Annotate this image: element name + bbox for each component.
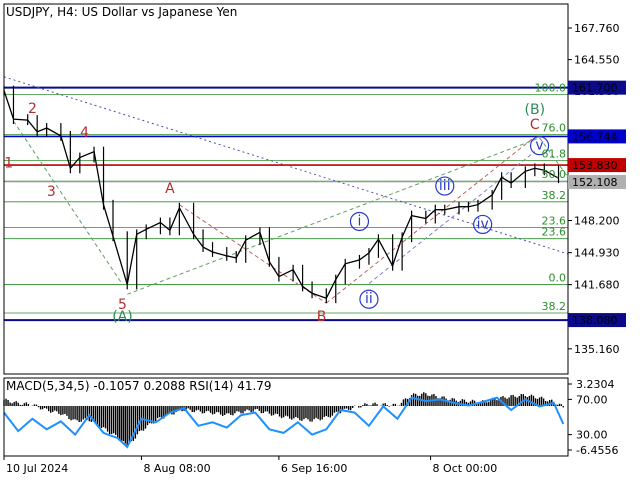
fib-label-2: 61.8 <box>542 147 567 160</box>
indicator-header: MACD(5,34,5) -0.1057 0.2088 RSI(14) 41.7… <box>6 379 272 393</box>
level-badge-text-1: 156.744 <box>572 130 618 143</box>
fib-label-7: 0.0 <box>549 271 567 284</box>
ind-tick-3: -6.4556 <box>576 444 618 457</box>
chart-title: USDJPY, H4: US Dollar vs Japanese Yen <box>6 5 237 19</box>
ind-tick-0: 3.2304 <box>576 378 615 391</box>
price-tick-0: 167.760 <box>574 22 620 35</box>
price-tick-1: 164.550 <box>574 54 620 67</box>
fib-label-6: 23.6 <box>542 226 567 239</box>
wave-label-13: iv <box>477 216 489 232</box>
fib-label-0: 100.0 <box>535 82 567 95</box>
wave-label-6: B <box>317 309 327 325</box>
level-badge-text-4: 138.080 <box>572 314 618 327</box>
fib-label-1: 76.0 <box>542 121 567 134</box>
ind-tick-1: 70.00 <box>576 393 608 406</box>
price-tick-4: 141.680 <box>574 279 620 292</box>
fib-label-4: 38.2 <box>542 189 567 202</box>
level-badge-text-3: 152.108 <box>572 176 618 189</box>
wave-label-9: (B) <box>525 102 546 118</box>
wave-label-0: 1 <box>4 155 13 171</box>
time-tick-2: 6 Sep 16:00 <box>281 462 347 475</box>
level-badge-text-2: 153.830 <box>572 159 618 172</box>
time-tick-3: 8 Oct 00:00 <box>433 462 498 475</box>
price-tick-2: 148.200 <box>574 214 620 227</box>
wave-label-12: iii <box>439 178 451 194</box>
price-tick-5: 135.160 <box>574 343 620 356</box>
wave-label-8: (A) <box>112 309 133 325</box>
wave-label-3: 4 <box>80 125 89 141</box>
time-tick-0: 10 Jul 2024 <box>6 462 68 475</box>
time-tick-1: 8 Aug 08:00 <box>143 462 210 475</box>
usdjpy-chart: 12345ABC(A)(B)iiiiiiivv 100.076.061.850.… <box>0 0 640 480</box>
wave-label-11: ii <box>365 291 373 307</box>
fib-label-8: 38.2 <box>542 300 567 313</box>
price-tick-3: 144.930 <box>574 247 620 260</box>
wave-label-1: 2 <box>28 101 37 117</box>
fib-label-3: 50.0 <box>542 168 567 181</box>
wave-label-2: 3 <box>47 184 56 200</box>
level-badge-text-0: 161.700 <box>572 82 618 95</box>
wave-label-7: C <box>530 117 540 133</box>
wave-label-5: A <box>165 181 175 197</box>
ind-tick-2: 30.00 <box>576 429 608 442</box>
wave-label-10: i <box>358 213 362 229</box>
